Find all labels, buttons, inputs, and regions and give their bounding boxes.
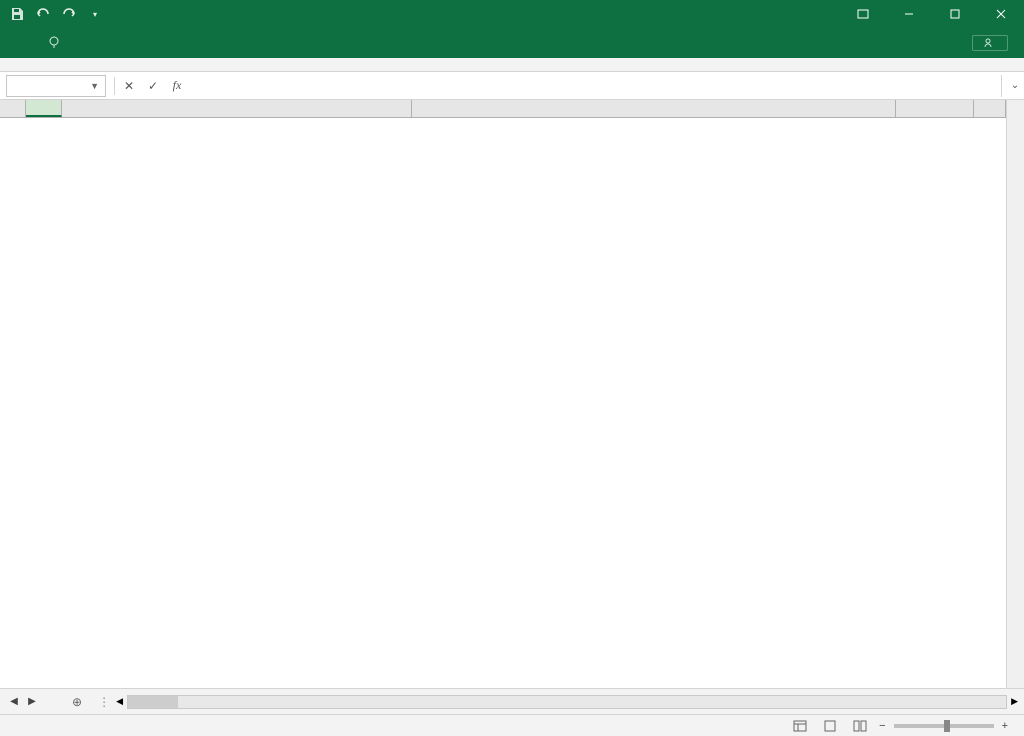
- column-headers: [0, 100, 1006, 118]
- formula-input[interactable]: [189, 75, 1002, 97]
- save-icon[interactable]: [6, 3, 28, 25]
- zoom-in-icon[interactable]: +: [1002, 720, 1008, 732]
- ribbon-collapsed-area: [0, 58, 1024, 72]
- quick-access-toolbar: ▾: [0, 3, 112, 25]
- tell-me-search[interactable]: [38, 36, 76, 50]
- minimize-icon[interactable]: [886, 0, 932, 28]
- close-icon[interactable]: [978, 0, 1024, 28]
- name-box[interactable]: ▼: [6, 75, 106, 97]
- zoom-slider[interactable]: [894, 724, 994, 728]
- title-bar: ▾: [0, 0, 1024, 28]
- redo-icon[interactable]: [58, 3, 80, 25]
- formula-bar: ▼ ✕ ✓ fx ⌄: [0, 72, 1024, 100]
- sheet-nav-next-icon[interactable]: ▶: [24, 696, 40, 707]
- sheet-nav-prev-icon[interactable]: ◀: [6, 696, 22, 707]
- fx-icon[interactable]: fx: [165, 75, 189, 97]
- enter-icon[interactable]: ✓: [141, 75, 165, 97]
- share-icon: [983, 38, 993, 48]
- window-controls: [840, 0, 1024, 28]
- col-header[interactable]: [62, 100, 412, 117]
- col-header[interactable]: [896, 100, 974, 117]
- grid-rows: [0, 118, 1006, 688]
- maximize-icon[interactable]: [932, 0, 978, 28]
- scroll-right-icon[interactable]: ▶: [1011, 696, 1018, 707]
- lightbulb-icon: [48, 36, 60, 50]
- chevron-down-icon[interactable]: ▼: [90, 81, 99, 91]
- qat-customize-icon[interactable]: ▾: [84, 3, 106, 25]
- ribbon: [0, 28, 1024, 58]
- col-header[interactable]: [974, 100, 1006, 117]
- vertical-scrollbar[interactable]: [1006, 100, 1024, 688]
- col-header[interactable]: [26, 100, 62, 117]
- new-sheet-icon[interactable]: ⊕: [62, 695, 92, 709]
- zoom-out-icon[interactable]: −: [879, 720, 885, 732]
- share-button[interactable]: [972, 35, 1008, 51]
- view-page-break-icon[interactable]: [849, 717, 871, 735]
- col-header[interactable]: [412, 100, 896, 117]
- sheet-tab-bar: ◀ ▶ ⊕ ⋮ ◀ ▶: [0, 688, 1024, 714]
- tab-file[interactable]: [6, 28, 34, 58]
- expand-formula-bar-icon[interactable]: ⌄: [1006, 80, 1024, 91]
- status-bar: − +: [0, 714, 1024, 736]
- view-normal-icon[interactable]: [789, 717, 811, 735]
- scroll-left-icon[interactable]: ◀: [116, 696, 123, 707]
- undo-icon[interactable]: [32, 3, 54, 25]
- ribbon-display-icon[interactable]: [840, 0, 886, 28]
- select-all-corner[interactable]: [0, 100, 26, 117]
- view-page-layout-icon[interactable]: [819, 717, 841, 735]
- worksheet-grid: [0, 100, 1024, 688]
- horizontal-scrollbar[interactable]: ◀ ▶: [110, 695, 1024, 709]
- cancel-icon[interactable]: ✕: [117, 75, 141, 97]
